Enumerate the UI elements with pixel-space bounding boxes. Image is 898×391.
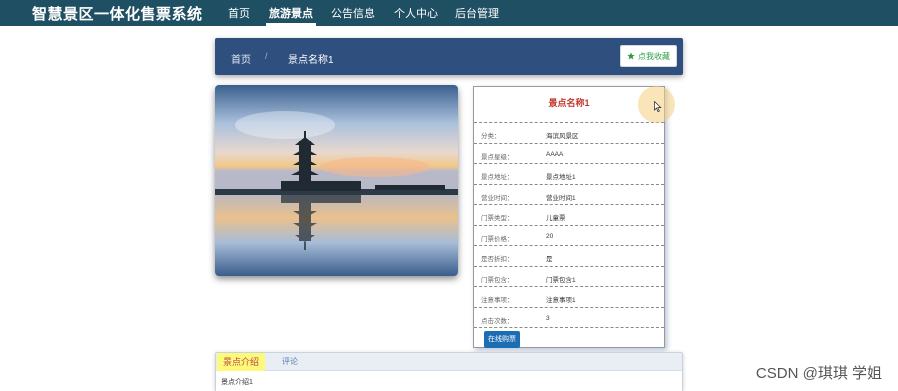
watermark: CSDN @琪琪 学姐: [755, 365, 882, 382]
detail-value: 景点地址1: [546, 174, 576, 181]
buy-ticket-button[interactable]: 在线购票: [484, 331, 520, 348]
detail-row-included: 门票包含： 门票包含1: [474, 265, 664, 287]
detail-label: 分类：: [481, 133, 501, 140]
detail-row-address: 景点地址： 景点地址1: [474, 163, 664, 184]
detail-row-clicks: 点击次数： 3: [474, 306, 664, 328]
nav-item-announcements[interactable]: 公告信息: [331, 5, 375, 21]
tab-introduction[interactable]: 景点介绍: [217, 353, 266, 371]
detail-value: 儿童票: [546, 215, 566, 222]
detail-value: 海滨风景区: [546, 133, 579, 140]
breadcrumb: 首页 / 景点名称1 点我收藏: [215, 38, 683, 75]
detail-label: 景点地址：: [481, 174, 514, 181]
detail-row-hours: 营业时间： 营业时间1: [474, 183, 664, 205]
detail-row-category: 分类： 海滨风景区: [474, 122, 664, 143]
detail-value: 注意事项1: [546, 297, 576, 304]
nav-item-attractions[interactable]: 旅游景点: [269, 5, 313, 21]
detail-label: 注意事项：: [481, 297, 514, 304]
breadcrumb-separator: /: [265, 51, 268, 61]
nav-item-home[interactable]: 首页: [228, 5, 250, 21]
detail-value: 营业时间1: [546, 194, 576, 202]
detail-value: 3: [546, 314, 550, 322]
mouse-pointer-icon: [654, 101, 662, 112]
tab-bar: 景点介绍 评论: [216, 353, 682, 371]
breadcrumb-home[interactable]: 首页: [231, 51, 251, 66]
detail-tabs: 景点介绍 评论 景点介绍1: [215, 352, 683, 391]
detail-value: AAAA: [546, 150, 564, 158]
attraction-title: 景点名称1: [548, 98, 590, 108]
buy-row: 在线购票: [474, 327, 664, 348]
detail-row-rating: 景点星级： AAAA: [474, 142, 664, 164]
detail-row-ticket-type: 门票类型： 儿童票: [474, 204, 664, 225]
detail-row-price: 门票价格： 20: [474, 224, 664, 246]
breadcrumb-current: 景点名称1: [288, 55, 334, 66]
nav-item-admin[interactable]: 后台管理: [455, 5, 499, 21]
detail-label: 点击次数：: [481, 317, 514, 325]
detail-value: 20: [546, 232, 554, 240]
detail-label: 景点星级：: [481, 153, 514, 161]
detail-label: 门票类型：: [481, 215, 514, 222]
attraction-photo: [215, 85, 458, 276]
nav-item-personal-center[interactable]: 个人中心: [394, 5, 438, 21]
detail-label: 门票包含：: [481, 276, 514, 284]
detail-row-discount: 是否折扣： 是: [474, 245, 664, 266]
detail-value: 是: [546, 256, 553, 263]
attraction-details-panel: 景点名称1 分类： 海滨风景区 景点星级： AAAA 景点地址： 景点地址1 营…: [473, 86, 665, 348]
detail-value: 门票包含1: [546, 276, 576, 284]
favorite-button-label: 点我收藏: [638, 51, 670, 61]
site-title[interactable]: 智慧景区一体化售票系统: [32, 3, 203, 24]
tab-content-text: 景点介绍1: [221, 379, 253, 386]
star-icon: [627, 52, 635, 60]
detail-label: 营业时间：: [481, 194, 514, 202]
nav-active-indicator: [266, 23, 316, 26]
favorite-button[interactable]: 点我收藏: [620, 45, 677, 67]
detail-label: 是否折扣：: [481, 256, 514, 263]
detail-label: 门票价格：: [481, 235, 514, 243]
top-navbar: 智慧景区一体化售票系统 首页 旅游景点 公告信息 个人中心 后台管理: [0, 0, 898, 26]
tab-comments[interactable]: 评论: [276, 353, 304, 371]
detail-row-notes: 注意事项： 注意事项1: [474, 286, 664, 307]
